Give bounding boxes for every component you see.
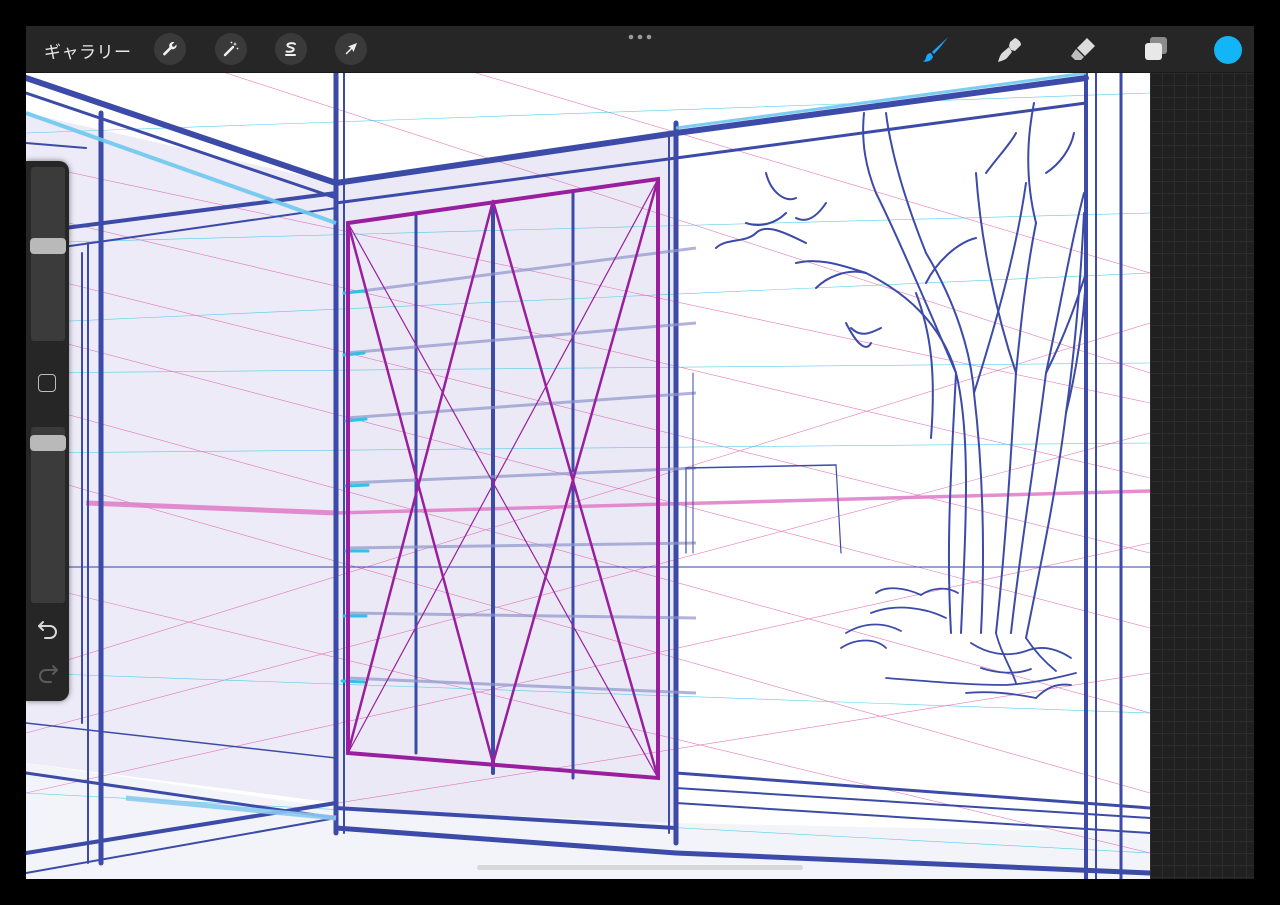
selection-button[interactable]	[275, 33, 307, 65]
drawing-canvas[interactable]	[26, 73, 1150, 879]
top-toolbar: ギャラリー	[26, 26, 1254, 73]
layers-icon	[1145, 37, 1167, 60]
transform-arrow-icon	[345, 43, 357, 55]
eraser-tool-button[interactable]	[1068, 34, 1098, 64]
smudge-icon	[998, 38, 1021, 62]
brush-size-slider[interactable]	[30, 167, 66, 341]
brush-size-knob[interactable]	[30, 238, 66, 254]
redo-icon[interactable]	[36, 661, 60, 683]
paint-tool-button[interactable]	[921, 34, 951, 64]
gallery-button[interactable]: ギャラリー	[44, 38, 132, 63]
adjustments-button[interactable]	[215, 33, 247, 65]
opacity-slider[interactable]	[30, 427, 66, 603]
smudge-tool-button[interactable]	[995, 34, 1025, 64]
undo-icon[interactable]	[36, 617, 60, 639]
color-picker-button[interactable]	[1214, 36, 1242, 64]
wrench-icon	[163, 41, 177, 56]
layers-button[interactable]	[1141, 34, 1171, 64]
brush-icon	[923, 37, 948, 62]
modify-square-icon[interactable]	[38, 374, 56, 392]
left-sidebar	[26, 161, 69, 701]
eraser-icon	[1071, 38, 1095, 60]
actions-button[interactable]	[154, 33, 186, 65]
opacity-knob[interactable]	[30, 435, 66, 451]
more-options-icon[interactable]	[627, 32, 653, 42]
reference-grid-panel	[1150, 73, 1254, 879]
selection-icon	[285, 42, 296, 56]
perspective-sketch	[26, 73, 1150, 879]
home-indicator[interactable]	[477, 865, 803, 870]
transform-button[interactable]	[335, 33, 367, 65]
magic-wand-icon	[223, 41, 239, 57]
procreate-window: ギャラリー	[26, 26, 1254, 879]
